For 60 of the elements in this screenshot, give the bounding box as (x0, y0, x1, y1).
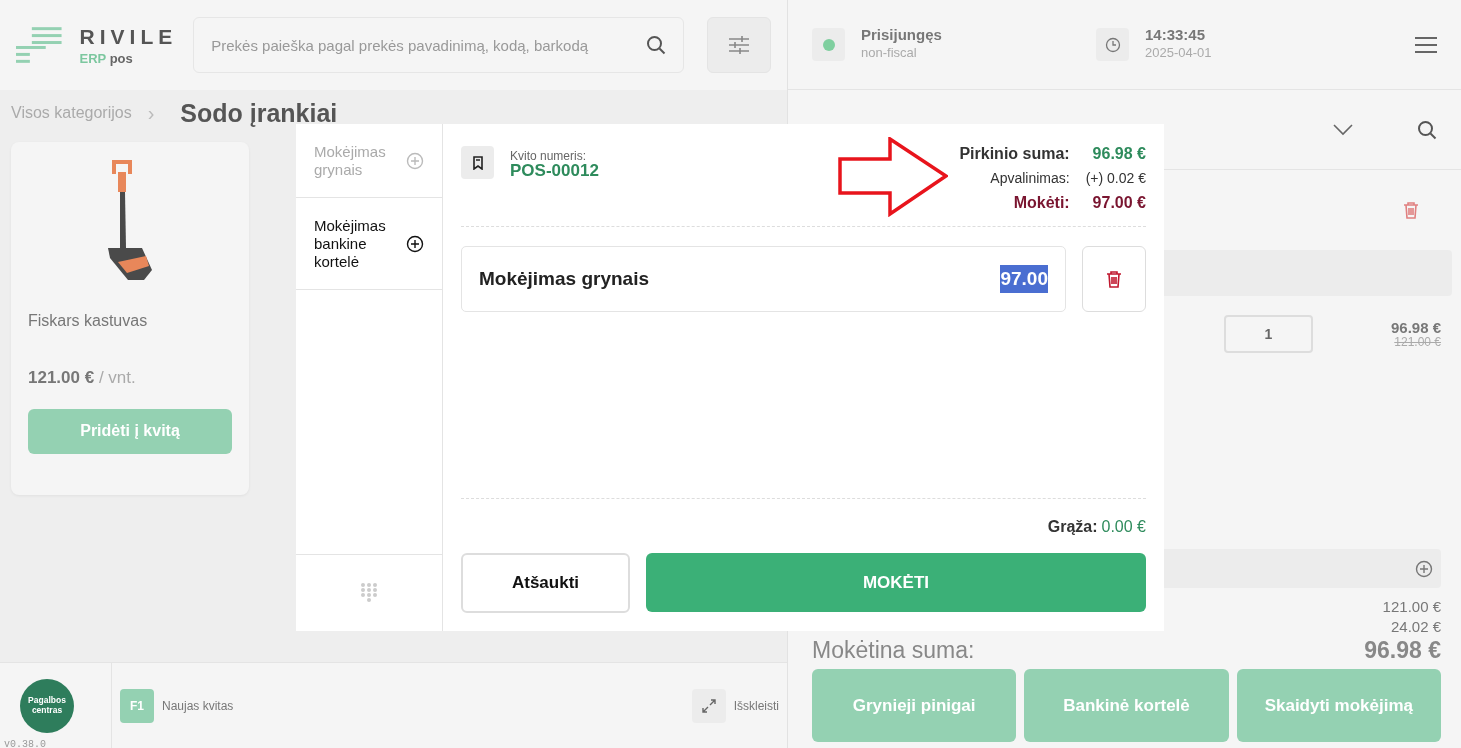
breadcrumb-link[interactable]: Visos kategorijos (11, 101, 132, 125)
old-price: 121.00 € (1393, 335, 1441, 349)
trash-icon (1106, 270, 1122, 288)
summary-value: (+) 0.02 € (1085, 169, 1146, 188)
plus-icon (406, 151, 424, 170)
receipt-number: POS-00012 (510, 162, 599, 181)
bookmark-icon (472, 155, 483, 170)
breadcrumb-separator: › (147, 101, 155, 126)
payment-amount-field[interactable]: Mokėjimas grynais 97.00 (461, 246, 1066, 312)
product-price: 121.00 € (28, 368, 95, 387)
payment-button[interactable]: Bankinė kortelė (1024, 668, 1229, 742)
time-label: 14:33:45 (1145, 26, 1207, 43)
subtotal-value: 121.00 € (1382, 597, 1441, 617)
change-label: Grąža: (1047, 517, 1098, 537)
payment-button[interactable]: Grynieji pinigai (812, 668, 1017, 742)
amount-due-label: Mokėtina suma: (812, 636, 975, 665)
line-price: 96.98 € (1390, 319, 1441, 336)
chevron-down-icon[interactable] (1333, 123, 1353, 136)
date-label: 2025-04-01 (1145, 44, 1212, 62)
shortcut-label[interactable]: Naujas kvitas (162, 696, 234, 715)
change-value: 0.00 € (1101, 517, 1146, 537)
search-field[interactable]: Prekės paieška pagal prekės pavadinimą, kodą, barkodą (193, 17, 684, 73)
status-dot (822, 38, 835, 51)
sliders-icon (728, 36, 749, 54)
plus-icon (1415, 559, 1433, 578)
unit-label: / vnt. (98, 368, 136, 387)
amount-due-value: 96.98 € (1364, 636, 1441, 665)
category-title: Sodo įrankiai (180, 100, 338, 126)
search-icon[interactable] (645, 35, 666, 55)
menu-icon[interactable] (1415, 35, 1437, 54)
search-icon[interactable] (1417, 119, 1437, 140)
logo-text: RIVILE (79, 25, 178, 47)
payment-button[interactable]: Skaidyti mokėjimą (1236, 668, 1441, 742)
expand-icon (701, 698, 716, 713)
discount-value: 24.02 € (1390, 616, 1441, 636)
add-to-receipt-button[interactable]: Pridėti į kvitą (28, 408, 232, 454)
cancel-button[interactable]: Atšaukti (461, 553, 630, 613)
shortcut-key[interactable]: F1 (120, 688, 154, 723)
mode-label: non-fiscal (861, 44, 918, 62)
product-name: Fiskars kastuvas (28, 311, 149, 331)
summary-label: Mokėti: (1012, 193, 1070, 213)
logo-subtitle: ERP (79, 50, 107, 66)
help-center-button[interactable]: Pagalbos centras (20, 678, 74, 733)
receipt-number-label: Kvito numeris: (510, 150, 588, 162)
clock-icon (1104, 36, 1121, 53)
delete-button[interactable] (1082, 246, 1146, 312)
connection-status: Prisijungęs (861, 26, 943, 43)
pay-button[interactable]: MOKĖTI (646, 553, 1146, 612)
version-label: v0.38.0 (4, 738, 46, 748)
logo-subtitle: pos (109, 50, 133, 66)
expand-label[interactable]: Išskleisti (733, 696, 779, 715)
plus-icon (406, 234, 424, 253)
summary-value: 97.00 € (1091, 193, 1146, 213)
quantity-field[interactable]: 1 (1224, 315, 1313, 353)
logo-icon (16, 27, 64, 63)
expand-button[interactable] (691, 688, 726, 723)
summary-label: Apvalinimas: (989, 169, 1070, 188)
trash-icon (1403, 201, 1419, 219)
summary-value: 96.98 € (1091, 144, 1146, 164)
summary-label: Pirkinio suma: (959, 144, 1070, 164)
